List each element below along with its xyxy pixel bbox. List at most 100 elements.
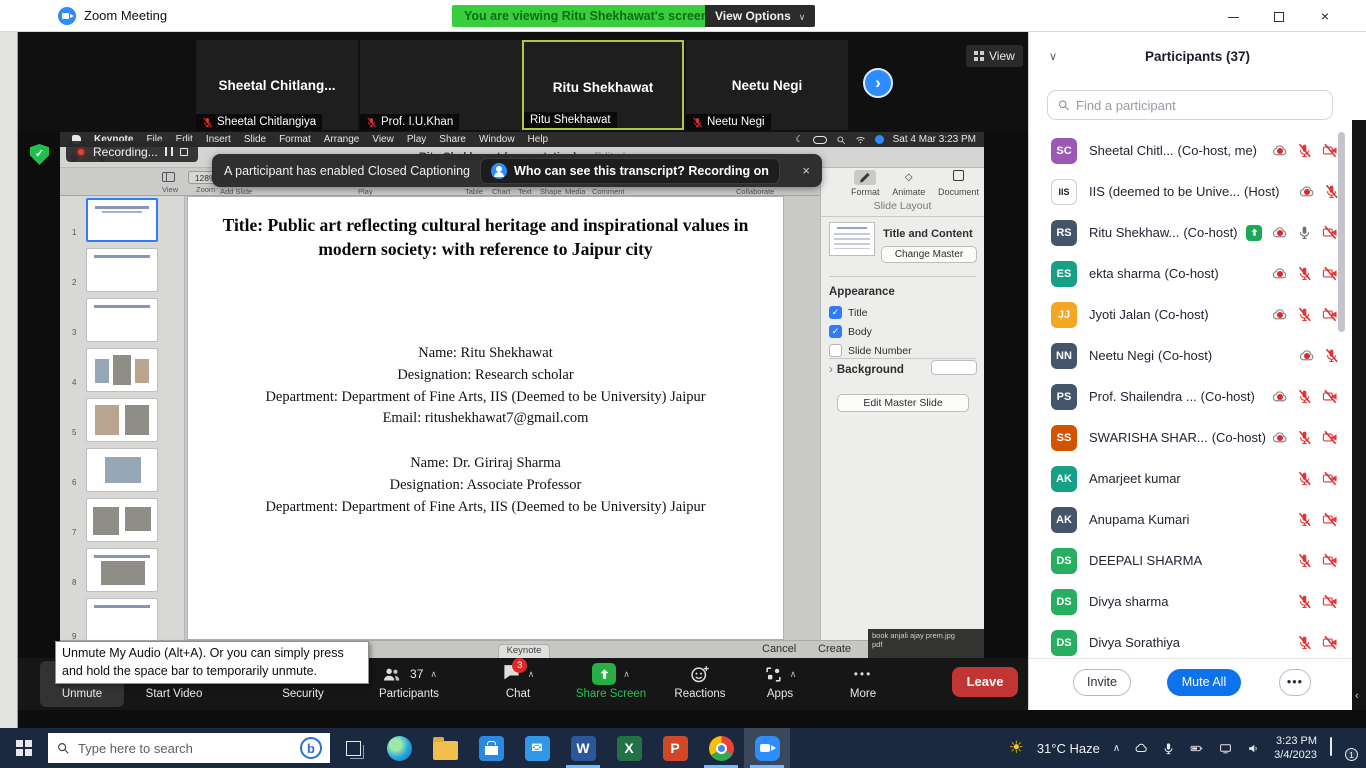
menu-insert[interactable]: Insert: [206, 134, 231, 145]
participant-row[interactable]: NN Neetu Negi(Co-host): [1029, 335, 1353, 376]
participant-row[interactable]: DS Divya sharma: [1029, 581, 1353, 622]
menu-help[interactable]: Help: [528, 134, 549, 145]
search-input[interactable]: [1076, 98, 1323, 113]
maximize-button[interactable]: [1259, 0, 1299, 32]
checkbox-unchecked-icon[interactable]: [829, 344, 842, 357]
video-off-icon[interactable]: [1321, 307, 1339, 322]
task-view-button[interactable]: [330, 728, 376, 768]
taskbar-word[interactable]: W: [560, 728, 606, 768]
mic-muted-icon[interactable]: [1324, 348, 1339, 363]
mic-muted-icon[interactable]: [1297, 143, 1312, 158]
mic-muted-icon[interactable]: [1297, 512, 1312, 527]
weather-text[interactable]: 31°C Haze: [1037, 741, 1100, 756]
participant-search[interactable]: [1047, 90, 1333, 120]
mic-muted-icon[interactable]: [1297, 471, 1312, 486]
taskbar-powerpoint[interactable]: P: [652, 728, 698, 768]
tab-format[interactable]: Format: [851, 170, 880, 197]
onedrive-cloud-icon[interactable]: [1133, 741, 1149, 755]
scrollbar[interactable]: [1338, 132, 1345, 332]
moon-icon[interactable]: ☾: [796, 134, 804, 145]
taskbar-zoom[interactable]: [744, 728, 790, 768]
video-off-icon[interactable]: [1321, 553, 1339, 568]
network-icon[interactable]: [1218, 742, 1233, 755]
video-tile[interactable]: Sheetal Chitlang... Sheetal Chitlangiya: [196, 40, 358, 130]
video-off-icon[interactable]: [1321, 512, 1339, 527]
menu-play[interactable]: Play: [407, 134, 426, 145]
participants-button[interactable]: 37∧ Participants: [354, 661, 464, 707]
change-master-button[interactable]: Change Master: [881, 246, 977, 263]
menu-slide[interactable]: Slide: [244, 134, 266, 145]
checkbox-checked-icon[interactable]: ✓: [829, 325, 842, 338]
taskbar-search-input[interactable]: [78, 741, 268, 756]
tab-animate[interactable]: ◇Animate: [892, 170, 925, 197]
mic-muted-icon[interactable]: [1297, 430, 1312, 445]
participant-row[interactable]: RS Ritu Shekhaw...(Co-host): [1029, 212, 1353, 253]
taskbar-mail[interactable]: ✉: [514, 728, 560, 768]
slide-thumbnail-7[interactable]: [86, 498, 158, 542]
taskbar-clock[interactable]: 3:23 PM3/4/2023: [1274, 734, 1317, 763]
body-checkbox-row[interactable]: ✓Body: [829, 325, 872, 338]
participant-row[interactable]: SC Sheetal Chitl...(Co-host, me): [1029, 130, 1353, 171]
mic-muted-icon[interactable]: [1324, 184, 1339, 199]
slide-thumbnail-3[interactable]: [86, 298, 158, 342]
menu-arrange[interactable]: Arrange: [324, 134, 360, 145]
start-button[interactable]: [0, 728, 48, 768]
taskbar-excel[interactable]: X: [606, 728, 652, 768]
video-off-icon[interactable]: [1321, 143, 1339, 158]
chat-button[interactable]: 3∧ Chat: [473, 661, 563, 707]
slide-canvas[interactable]: Title: Public art reflecting cultural he…: [187, 196, 784, 640]
more-button[interactable]: ••• More: [823, 661, 903, 707]
video-off-icon[interactable]: [1321, 635, 1339, 650]
taskbar-edge[interactable]: [376, 728, 422, 768]
video-tile[interactable]: Neetu Negi Neetu Negi: [686, 40, 848, 130]
participant-row[interactable]: DS Divya Sorathiya: [1029, 622, 1353, 663]
battery-icon[interactable]: [1188, 742, 1205, 755]
menu-format[interactable]: Format: [279, 134, 311, 145]
view-options-button[interactable]: View Options∨: [705, 5, 815, 27]
video-tile-active-speaker[interactable]: Ritu Shekhawat Ritu Shekhawat: [522, 40, 684, 130]
invite-button[interactable]: Invite: [1073, 669, 1131, 696]
create-button[interactable]: Create: [818, 643, 851, 655]
slide-thumbnail-5[interactable]: [86, 398, 158, 442]
tab-document[interactable]: Document: [938, 170, 979, 197]
slide-thumbnail-1[interactable]: [86, 198, 158, 242]
video-off-icon[interactable]: [1321, 430, 1339, 445]
tray-chevron-icon[interactable]: ∧: [1113, 743, 1120, 754]
pause-recording-icon[interactable]: [165, 147, 173, 156]
participant-row[interactable]: DS DEEPALI SHARMA: [1029, 540, 1353, 581]
close-button[interactable]: ×: [1305, 0, 1345, 32]
mic-muted-icon[interactable]: [1297, 266, 1312, 281]
participant-row[interactable]: AK Amarjeet kumar: [1029, 458, 1353, 499]
collapse-arrow-icon[interactable]: ‹: [1355, 690, 1359, 702]
slide-thumbnail-8[interactable]: [86, 548, 158, 592]
display-toggle-icon[interactable]: [813, 136, 827, 144]
view-layout-button[interactable]: View: [966, 45, 1023, 67]
dismiss-notification-icon[interactable]: ×: [802, 163, 810, 178]
video-off-icon[interactable]: [1321, 594, 1339, 609]
minimize-button[interactable]: [1213, 0, 1253, 32]
action-center-button[interactable]: 1: [1330, 738, 1356, 758]
taskbar-store[interactable]: [468, 728, 514, 768]
video-off-icon[interactable]: [1321, 266, 1339, 281]
menu-window[interactable]: Window: [479, 134, 515, 145]
apps-button[interactable]: ∧ Apps: [740, 661, 820, 707]
leave-button[interactable]: Leave: [952, 667, 1018, 697]
menu-share[interactable]: Share: [439, 134, 466, 145]
zoom-menubar-icon[interactable]: [875, 135, 884, 144]
speaker-icon[interactable]: [1246, 742, 1261, 755]
video-off-icon[interactable]: [1321, 389, 1339, 404]
slide-number-checkbox-row[interactable]: Slide Number: [829, 344, 912, 357]
taskbar-chrome[interactable]: [698, 728, 744, 768]
stop-recording-icon[interactable]: [180, 148, 188, 156]
mic-muted-icon[interactable]: [1297, 307, 1312, 322]
participant-row[interactable]: AK Anupama Kumari: [1029, 499, 1353, 540]
background-section[interactable]: ›Background: [829, 364, 904, 376]
cancel-button[interactable]: Cancel: [762, 643, 796, 655]
edit-master-slide-button[interactable]: Edit Master Slide: [837, 394, 969, 412]
more-options-button[interactable]: •••: [1279, 669, 1311, 696]
participant-row[interactable]: SS SWARISHA SHAR...(Co-host): [1029, 417, 1353, 458]
next-participants-button[interactable]: ›: [863, 68, 893, 98]
taskbar-search[interactable]: b: [48, 733, 330, 763]
mute-all-button[interactable]: Mute All: [1167, 669, 1241, 696]
keynote-view-icon[interactable]: [162, 172, 175, 182]
